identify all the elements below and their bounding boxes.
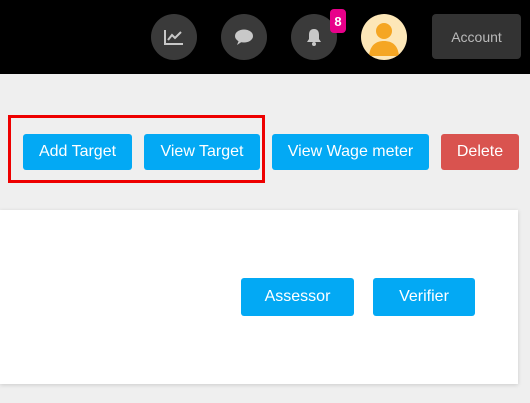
analytics-button[interactable]	[151, 14, 197, 60]
assessor-button[interactable]: Assessor	[241, 278, 354, 316]
chart-line-icon	[164, 30, 183, 45]
content-card: Assessor Verifier	[0, 210, 518, 384]
view-target-button[interactable]: View Target	[144, 134, 260, 170]
delete-button[interactable]: Delete	[441, 134, 519, 170]
avatar[interactable]	[361, 14, 407, 60]
verifier-button[interactable]: Verifier	[373, 278, 475, 316]
chat-bubble-icon	[235, 29, 253, 45]
messages-button[interactable]	[221, 14, 267, 60]
add-target-button[interactable]: Add Target	[23, 134, 132, 170]
account-button[interactable]: Account	[432, 14, 521, 59]
notification-badge: 8	[330, 9, 346, 33]
bell-icon	[307, 29, 321, 46]
view-wage-meter-button[interactable]: View Wage meter	[272, 134, 429, 170]
user-avatar-icon	[369, 23, 399, 56]
top-navbar: 8 Account	[0, 0, 530, 74]
